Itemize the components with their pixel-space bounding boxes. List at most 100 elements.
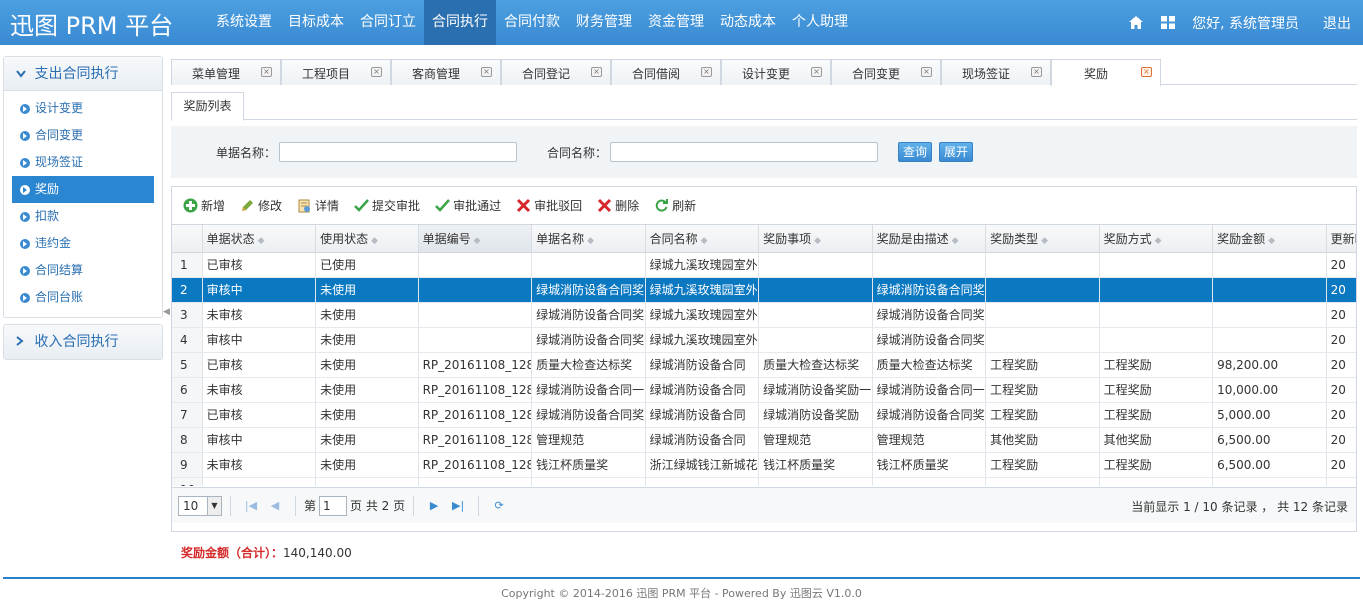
last-page-icon[interactable]: ▶| bbox=[449, 499, 467, 512]
sidebar-group-header[interactable]: 收入合同执行 bbox=[4, 325, 162, 359]
tab-reward-list[interactable]: 奖励列表 bbox=[171, 92, 244, 121]
expand-button[interactable]: 展开 bbox=[939, 142, 974, 162]
column-header-7[interactable]: 奖励类型 ◆ bbox=[985, 225, 1100, 253]
table-row[interactable]: 10 bbox=[172, 477, 1356, 486]
close-tab-icon[interactable]: × bbox=[1031, 67, 1042, 77]
query-button[interactable]: 查询 bbox=[898, 142, 933, 162]
sort-icon: ◆ bbox=[1154, 235, 1162, 246]
column-header-6[interactable]: 奖励是由描述 ◆ bbox=[872, 225, 987, 253]
table-cell: 未使用 bbox=[315, 427, 419, 453]
tab-5[interactable]: 设计变更 × bbox=[721, 59, 831, 85]
sidebar-item-2[interactable]: 现场签证 bbox=[12, 149, 154, 176]
edit-button[interactable]: 修改 bbox=[239, 197, 282, 214]
page-number-input[interactable]: 1 bbox=[319, 495, 348, 516]
nav-item-3[interactable]: 合同执行 bbox=[424, 0, 496, 45]
first-page-icon[interactable]: |◀ bbox=[242, 499, 260, 512]
close-tab-icon[interactable]: × bbox=[701, 67, 712, 77]
table-cell: 5,000.00 bbox=[1212, 402, 1327, 428]
close-tab-icon[interactable]: × bbox=[1141, 67, 1152, 77]
nav-item-2[interactable]: 合同订立 bbox=[352, 0, 424, 45]
column-header-0[interactable]: 单据状态 ◆ bbox=[202, 225, 317, 253]
next-page-icon[interactable]: ▶ bbox=[425, 499, 443, 512]
tab-6[interactable]: 合同变更 × bbox=[831, 59, 941, 85]
close-tab-icon[interactable]: × bbox=[371, 67, 382, 77]
nav-item-5[interactable]: 财务管理 bbox=[568, 0, 640, 45]
tab-3[interactable]: 合同登记 × bbox=[501, 59, 611, 85]
grid-icon[interactable] bbox=[1160, 15, 1176, 31]
nav-item-0[interactable]: 系统设置 bbox=[208, 0, 280, 45]
table-cell: 工程奖励 bbox=[1099, 377, 1214, 403]
tab-7[interactable]: 现场签证 × bbox=[941, 59, 1051, 85]
sidebar-item-1[interactable]: 合同变更 bbox=[12, 122, 154, 149]
doc-name-input[interactable] bbox=[279, 142, 517, 162]
add-button[interactable]: 新增 bbox=[182, 197, 225, 214]
user-greeting[interactable]: 您好, 系统管理员 bbox=[1192, 13, 1299, 33]
sidebar-item-4[interactable]: 扣款 bbox=[12, 203, 154, 230]
tab-1[interactable]: 工程项目 × bbox=[281, 59, 391, 85]
table-row[interactable]: 4 审核中 未使用 绿城消防设备合同奖 绿城九溪玫瑰园室外 绿城消防设备合同奖 20 bbox=[172, 327, 1356, 353]
table-row[interactable]: 5 已审核 未使用 RP_20161108_128 质量大检查达标奖 绿城消防设备合同 质量… bbox=[172, 352, 1356, 378]
table-cell: 未使用 bbox=[315, 377, 419, 403]
column-header-8[interactable]: 奖励方式 ◆ bbox=[1099, 225, 1214, 253]
table-row[interactable]: 9 未审核 未使用 RP_20161108_128 钱江杯质量奖 浙江绿城钱江新城花 钱江杯… bbox=[172, 452, 1356, 478]
close-tab-icon[interactable]: × bbox=[921, 67, 932, 77]
table-row[interactable]: 2 审核中 未使用 绿城消防设备合同奖 绿城九溪玫瑰园室外 绿城消防设备合同奖 20 bbox=[172, 277, 1356, 303]
sidebar-item-3[interactable]: 奖励 bbox=[12, 176, 154, 203]
table-row[interactable]: 3 未审核 未使用 绿城消防设备合同奖 绿城九溪玫瑰园室外 绿城消防设备合同奖 20 bbox=[172, 302, 1356, 328]
approve-button[interactable]: 审批通过 bbox=[434, 197, 501, 214]
row-number: 8 bbox=[172, 427, 203, 453]
sidebar-item-0[interactable]: 设计变更 bbox=[12, 95, 154, 122]
nav-item-4[interactable]: 合同付款 bbox=[496, 0, 568, 45]
pencil-icon bbox=[239, 197, 255, 213]
nav-item-7[interactable]: 动态成本 bbox=[712, 0, 784, 45]
refresh-button[interactable]: 刷新 bbox=[653, 197, 696, 214]
close-tab-icon[interactable]: × bbox=[481, 67, 492, 77]
sidebar-item-5[interactable]: 违约金 bbox=[12, 230, 154, 257]
submit-approval-button[interactable]: 提交审批 bbox=[353, 197, 420, 214]
sidebar-item-7[interactable]: 合同台账 bbox=[12, 284, 154, 311]
reject-button[interactable]: 审批驳回 bbox=[515, 197, 582, 214]
delete-button[interactable]: 删除 bbox=[596, 197, 639, 214]
sidebar-item-6[interactable]: 合同结算 bbox=[12, 257, 154, 284]
column-header-1[interactable]: 使用状态 ◆ bbox=[315, 225, 419, 253]
nav-item-8[interactable]: 个人助理 bbox=[784, 0, 856, 45]
tab-8[interactable]: 奖励 × bbox=[1051, 59, 1161, 86]
page-size-select[interactable]: 10 ▼ bbox=[178, 495, 222, 516]
prev-page-icon[interactable]: ◀ bbox=[266, 499, 284, 512]
contract-name-input[interactable] bbox=[610, 142, 878, 162]
collapse-sidebar-icon[interactable]: ◀ bbox=[163, 300, 171, 324]
column-header-10[interactable]: 更新时 bbox=[1326, 225, 1356, 253]
table-cell: 绿城消防设备合同奖 bbox=[872, 327, 987, 353]
column-header-3[interactable]: 单据名称 ◆ bbox=[531, 225, 646, 253]
tab-0[interactable]: 菜单管理 × bbox=[171, 59, 281, 85]
tab-4[interactable]: 合同借阅 × bbox=[611, 59, 721, 85]
table-cell: 质量大检查达标奖 bbox=[872, 352, 987, 378]
detail-button[interactable]: 详情 bbox=[296, 197, 339, 214]
table-row[interactable]: 6 未审核 未使用 RP_20161108_128 绿城消防设备合同一 绿城消防设备合同绿… bbox=[172, 377, 1356, 403]
table-row[interactable]: 1 已审核 已使用 绿城九溪玫瑰园室外 20 bbox=[172, 252, 1356, 278]
row-number: 6 bbox=[172, 377, 203, 403]
tab-2[interactable]: 客商管理 × bbox=[391, 59, 501, 85]
close-tab-icon[interactable]: × bbox=[261, 67, 272, 77]
sidebar-item-label: 扣款 bbox=[35, 209, 60, 223]
close-tab-icon[interactable]: × bbox=[811, 67, 822, 77]
table-cell: 其他奖励 bbox=[985, 427, 1100, 453]
sidebar-group-header[interactable]: 支出合同执行 bbox=[4, 57, 162, 91]
table-row[interactable]: 8 审核中 未使用 RP_20161108_128 管理规范 绿城消防设备合同 管理规范 管理… bbox=[172, 427, 1356, 453]
column-header-2[interactable]: 单据编号 ◆ bbox=[418, 225, 533, 253]
column-header-9[interactable]: 奖励金额 ◆ bbox=[1212, 225, 1327, 253]
nav-item-1[interactable]: 目标成本 bbox=[280, 0, 352, 45]
close-tab-icon[interactable]: × bbox=[591, 67, 602, 77]
logout-link[interactable]: 退出 bbox=[1323, 13, 1351, 33]
arrow-circle-icon bbox=[20, 184, 30, 195]
sort-icon: ◆ bbox=[257, 235, 265, 246]
footer-divider bbox=[3, 577, 1360, 579]
reward-total-label: 奖励金额（合计）： bbox=[181, 546, 284, 560]
reload-icon[interactable]: ⟳ bbox=[490, 499, 508, 512]
table-row[interactable]: 7 已审核 未使用 RP_20161108_128 绿城消防设备合同奖 绿城消防设备合同绿… bbox=[172, 402, 1356, 428]
nav-item-6[interactable]: 资金管理 bbox=[640, 0, 712, 45]
table-cell bbox=[1099, 302, 1214, 328]
home-icon[interactable] bbox=[1128, 15, 1144, 31]
column-header-5[interactable]: 奖励事项 ◆ bbox=[758, 225, 873, 253]
column-header-4[interactable]: 合同名称 ◆ bbox=[645, 225, 760, 253]
